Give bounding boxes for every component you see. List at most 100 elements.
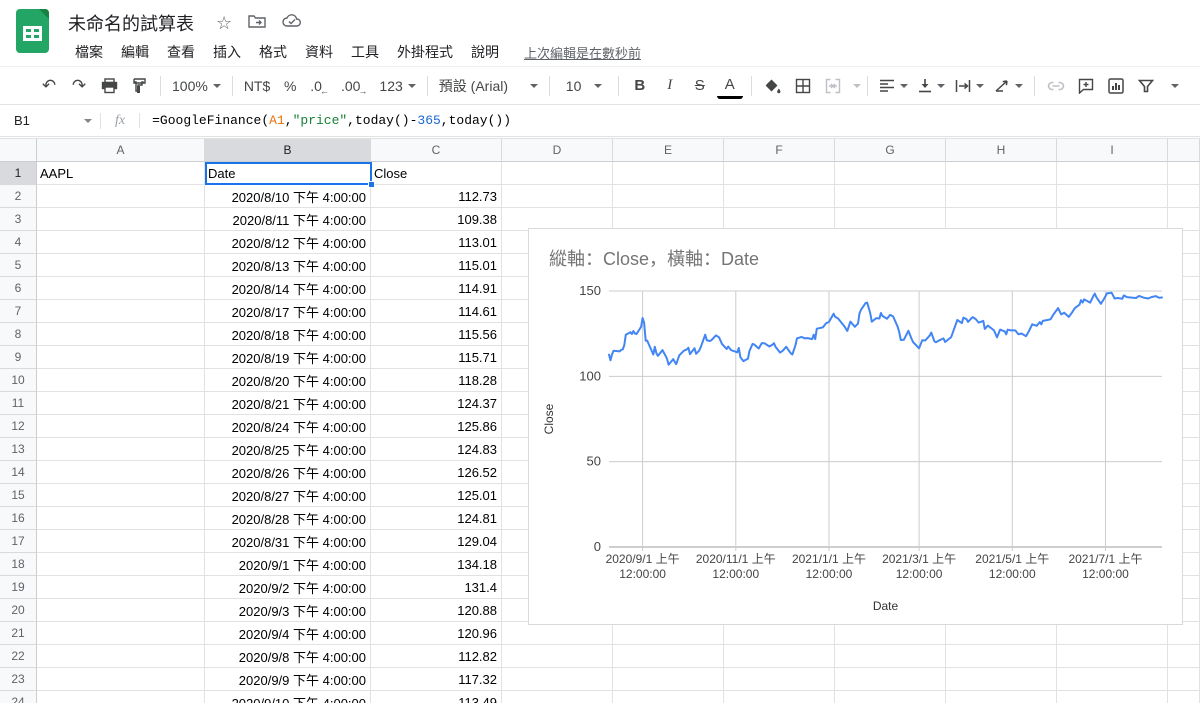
strikethrough-button[interactable]: S — [687, 73, 713, 99]
cell[interactable]: 2020/8/28 下午 4:00:00 — [205, 507, 371, 530]
cell[interactable]: AAPL — [37, 162, 205, 185]
cell[interactable] — [1057, 162, 1168, 185]
cell[interactable]: 114.61 — [371, 300, 502, 323]
cell[interactable] — [946, 645, 1057, 668]
cell[interactable]: 124.83 — [371, 438, 502, 461]
cell[interactable] — [835, 668, 946, 691]
bold-button[interactable]: B — [627, 73, 653, 99]
star-icon[interactable]: ☆ — [216, 14, 232, 32]
text-color-button[interactable]: A — [717, 73, 743, 99]
row-header-10[interactable]: 10 — [0, 369, 37, 392]
zoom-select[interactable]: 100% — [169, 73, 224, 99]
cell[interactable]: 2020/9/1 下午 4:00:00 — [205, 553, 371, 576]
cell[interactable] — [946, 185, 1057, 208]
cell[interactable]: 125.01 — [371, 484, 502, 507]
cell[interactable] — [37, 392, 205, 415]
column-header-E[interactable]: E — [613, 138, 724, 162]
currency-format-button[interactable]: NT$ — [241, 73, 273, 99]
cell[interactable] — [502, 668, 613, 691]
row-header-17[interactable]: 17 — [0, 530, 37, 553]
document-title[interactable]: 未命名的試算表 — [68, 10, 194, 36]
cell[interactable] — [613, 691, 724, 703]
cell[interactable]: 134.18 — [371, 553, 502, 576]
cell[interactable] — [37, 415, 205, 438]
vertical-align-button[interactable] — [915, 73, 948, 99]
font-size-select[interactable]: 10 — [558, 73, 610, 99]
menu-tools[interactable]: 工具 — [342, 38, 388, 66]
cell[interactable]: 131.4 — [371, 576, 502, 599]
cell[interactable]: 114.91 — [371, 277, 502, 300]
column-header-D[interactable]: D — [502, 138, 613, 162]
cell[interactable] — [37, 277, 205, 300]
cell[interactable]: 124.37 — [371, 392, 502, 415]
cell[interactable] — [502, 185, 613, 208]
cell[interactable] — [1168, 668, 1200, 691]
cell[interactable] — [37, 461, 205, 484]
cell[interactable]: 2020/8/19 下午 4:00:00 — [205, 346, 371, 369]
percent-format-button[interactable]: % — [277, 73, 303, 99]
column-header-A[interactable]: A — [37, 138, 205, 162]
cell[interactable] — [37, 599, 205, 622]
cell[interactable]: 2020/8/13 下午 4:00:00 — [205, 254, 371, 277]
cell[interactable] — [1168, 645, 1200, 668]
cell[interactable] — [1057, 185, 1168, 208]
menu-view[interactable]: 查看 — [158, 38, 204, 66]
cell[interactable] — [37, 231, 205, 254]
menu-data[interactable]: 資料 — [296, 38, 342, 66]
cell[interactable]: 2020/9/2 下午 4:00:00 — [205, 576, 371, 599]
cell[interactable] — [502, 691, 613, 703]
row-header-4[interactable]: 4 — [0, 231, 37, 254]
cell[interactable] — [37, 438, 205, 461]
cell[interactable]: 125.86 — [371, 415, 502, 438]
cloud-saved-icon[interactable] — [282, 13, 302, 33]
cell[interactable] — [613, 668, 724, 691]
row-header-6[interactable]: 6 — [0, 277, 37, 300]
cell[interactable] — [37, 622, 205, 645]
cell[interactable]: 115.56 — [371, 323, 502, 346]
increase-decimal-button[interactable]: .00 → — [338, 73, 372, 99]
embedded-chart[interactable]: 縱軸：Close，橫軸：Date 0501001502020/9/1 上午12:… — [528, 228, 1183, 625]
cell[interactable] — [613, 162, 724, 185]
row-header-1[interactable]: 1 — [0, 162, 37, 185]
cell[interactable]: 124.81 — [371, 507, 502, 530]
cell[interactable]: 115.01 — [371, 254, 502, 277]
row-header-23[interactable]: 23 — [0, 668, 37, 691]
cell[interactable] — [1057, 668, 1168, 691]
row-header-12[interactable]: 12 — [0, 415, 37, 438]
menu-addons[interactable]: 外掛程式 — [388, 38, 462, 66]
cell[interactable]: 118.28 — [371, 369, 502, 392]
print-button[interactable] — [96, 73, 122, 99]
text-rotation-button[interactable] — [991, 73, 1026, 99]
column-header-partial[interactable] — [1168, 138, 1200, 162]
cell[interactable] — [1057, 691, 1168, 703]
column-header-F[interactable]: F — [724, 138, 835, 162]
cell[interactable] — [37, 484, 205, 507]
column-header-H[interactable]: H — [946, 138, 1057, 162]
cell[interactable] — [37, 507, 205, 530]
formula-input[interactable]: =GoogleFinance(A1,"price",today()-365,to… — [139, 113, 511, 128]
more-formats-button[interactable]: 123 — [376, 73, 418, 99]
cell[interactable] — [37, 323, 205, 346]
cell[interactable]: 117.32 — [371, 668, 502, 691]
cell[interactable] — [613, 185, 724, 208]
row-header-20[interactable]: 20 — [0, 599, 37, 622]
cell[interactable] — [37, 346, 205, 369]
cell[interactable]: 2020/8/25 下午 4:00:00 — [205, 438, 371, 461]
cell[interactable] — [37, 691, 205, 703]
cell[interactable] — [37, 300, 205, 323]
row-header-8[interactable]: 8 — [0, 323, 37, 346]
cell[interactable]: 2020/9/4 下午 4:00:00 — [205, 622, 371, 645]
cell[interactable]: 2020/8/27 下午 4:00:00 — [205, 484, 371, 507]
cell[interactable] — [835, 185, 946, 208]
cell[interactable]: 2020/8/14 下午 4:00:00 — [205, 277, 371, 300]
cell[interactable]: Close — [371, 162, 502, 185]
cell[interactable]: 2020/8/21 下午 4:00:00 — [205, 392, 371, 415]
row-header-21[interactable]: 21 — [0, 622, 37, 645]
column-header-I[interactable]: I — [1057, 138, 1168, 162]
cell[interactable]: 2020/8/24 下午 4:00:00 — [205, 415, 371, 438]
text-wrap-button[interactable] — [952, 73, 987, 99]
cell[interactable] — [946, 162, 1057, 185]
insert-link-button[interactable] — [1043, 73, 1069, 99]
menu-edit[interactable]: 編輯 — [112, 38, 158, 66]
menu-insert[interactable]: 插入 — [204, 38, 250, 66]
